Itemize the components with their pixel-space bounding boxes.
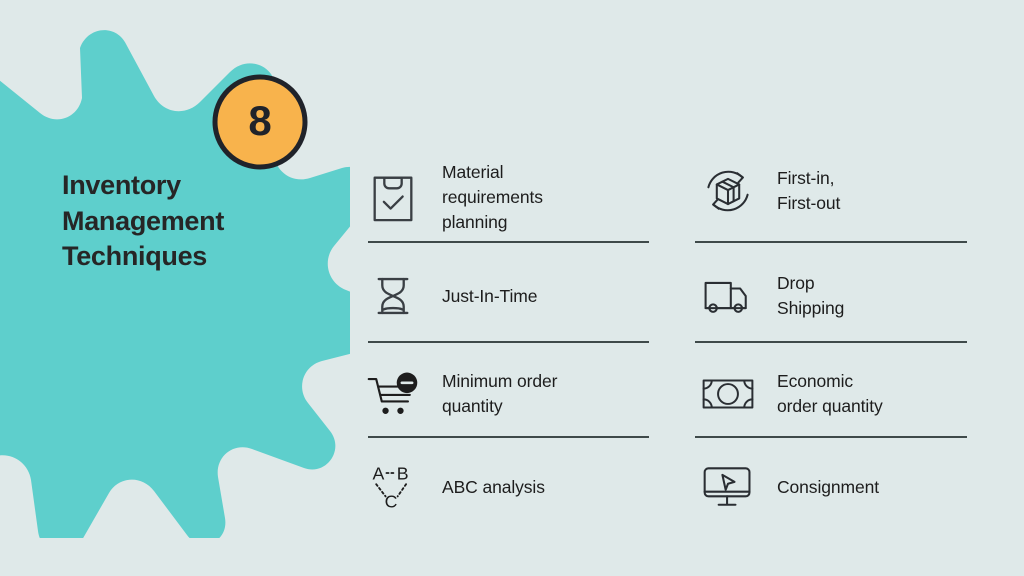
cart-minus-icon: [362, 363, 424, 425]
technique-label: Economic order quantity: [777, 371, 883, 416]
box-rotation-icon: [697, 160, 759, 222]
technique-item-economic-order-quantity[interactable]: Economic order quantity: [695, 343, 982, 438]
hero-panel: 8 Inventory Management Techniques: [0, 0, 393, 576]
technique-label: ABC analysis: [442, 476, 545, 497]
delivery-truck-icon: [697, 265, 759, 327]
technique-label: Material requirements planning: [442, 162, 543, 232]
svg-text:C: C: [385, 492, 398, 512]
technique-item-drop-shipping[interactable]: Drop Shipping: [695, 243, 982, 343]
technique-label: Minimum order quantity: [442, 371, 558, 416]
svg-text:B: B: [397, 464, 409, 484]
technique-item-abc-analysis[interactable]: A B C ABC analysis: [362, 438, 695, 528]
abc-nodes-icon: A B C: [362, 456, 424, 518]
badge-number-text: 8: [248, 96, 272, 144]
technique-label: Drop Shipping: [777, 273, 845, 318]
monitor-cursor-icon: [697, 456, 759, 518]
technique-label: First-in, First-out: [777, 168, 841, 213]
techniques-grid: Material requirements planning First-in,…: [362, 128, 982, 548]
technique-item-consignment[interactable]: Consignment: [695, 438, 982, 528]
page-title: Inventory Management Techniques: [62, 170, 225, 272]
clipboard-check-icon: [362, 166, 424, 228]
technique-item-minimum-order-quantity[interactable]: Minimum order quantity: [362, 343, 695, 438]
technique-item-material-requirements-planning[interactable]: Material requirements planning: [362, 128, 695, 243]
technique-label: Consignment: [777, 476, 880, 497]
technique-item-first-in-first-out[interactable]: First-in, First-out: [695, 128, 982, 243]
step-number-badge: 8: [210, 72, 310, 172]
hourglass-icon: [362, 265, 424, 327]
technique-label: Just-In-Time: [442, 285, 538, 306]
banknote-icon: [697, 363, 759, 425]
technique-item-just-in-time[interactable]: Just-In-Time: [362, 243, 695, 343]
svg-text:A: A: [372, 464, 384, 484]
